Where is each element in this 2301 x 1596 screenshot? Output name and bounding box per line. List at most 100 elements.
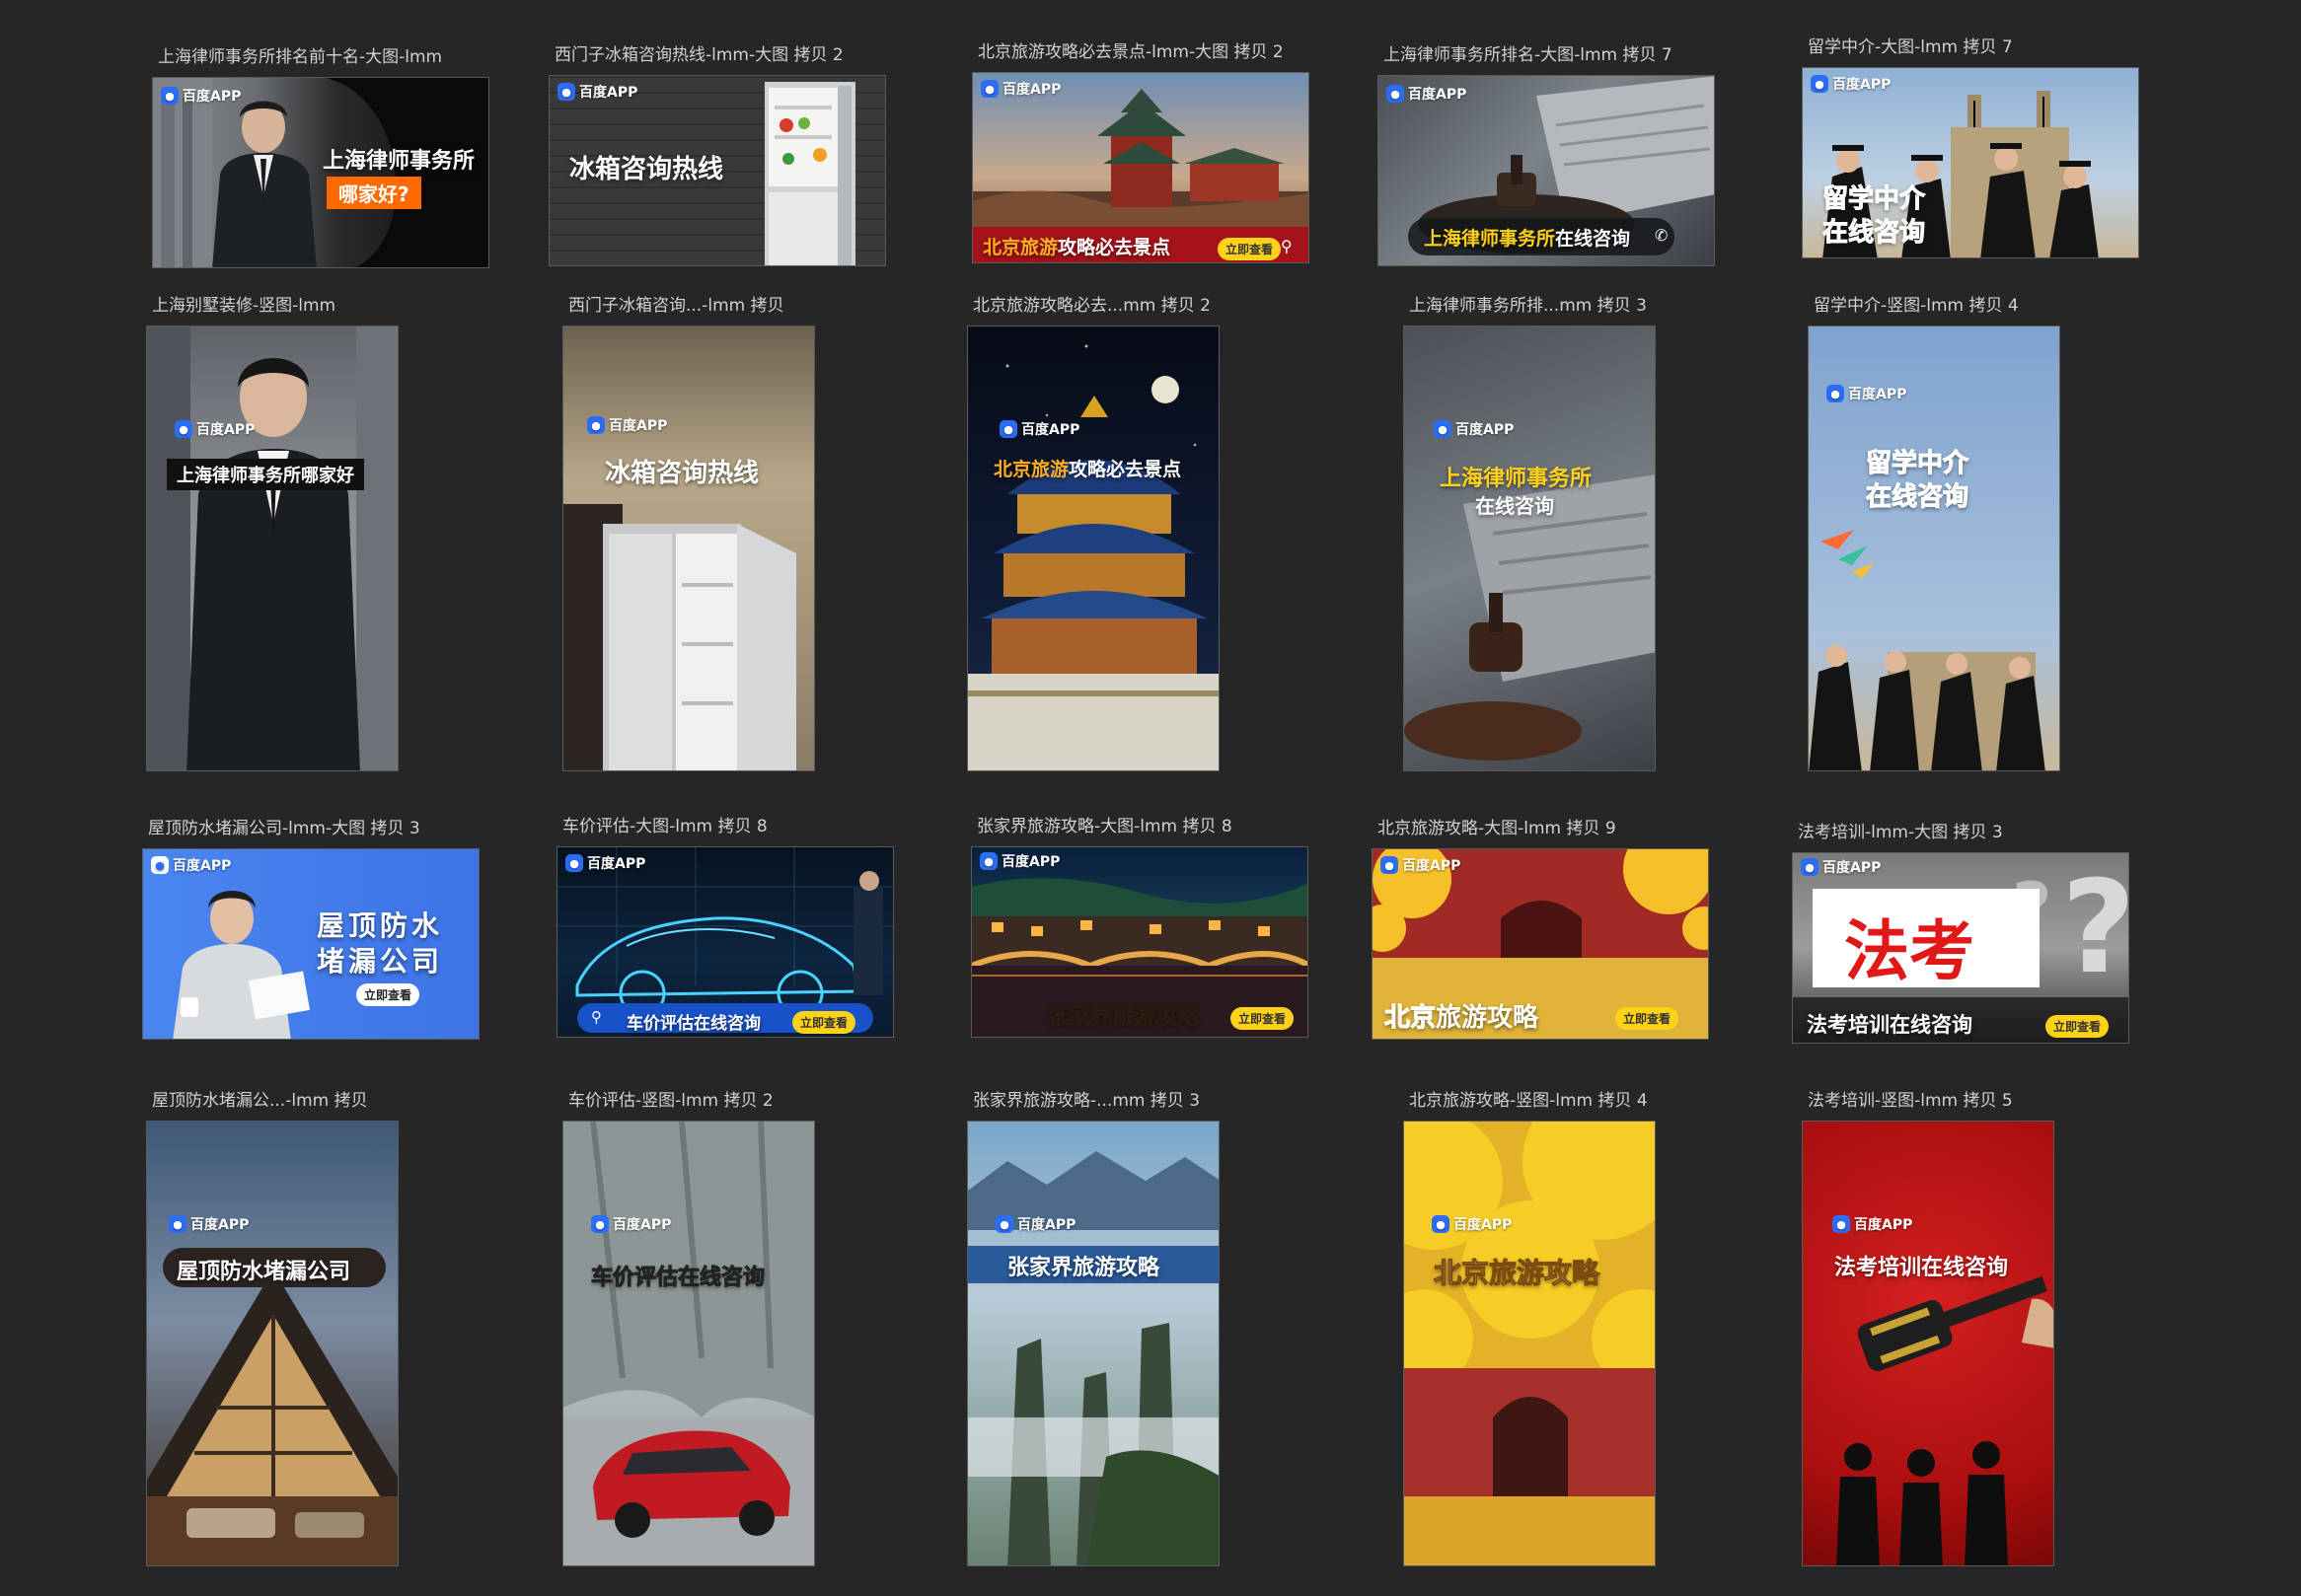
artboard-label[interactable]: 上海律师事务所排名前十名-大图-lmm xyxy=(158,47,442,67)
ad-frame: ● 百度APP 屋顶防水 堵漏公司 立即查看 xyxy=(142,848,480,1040)
artboard-label[interactable]: 西门子冰箱咨询热线-lmm-大图 拷贝 2 xyxy=(555,45,844,65)
logo-text: 百度APP xyxy=(1822,860,1882,876)
baidu-app-logo: ● 百度APP xyxy=(1432,1214,1512,1234)
headline-highlight: 北京旅游 xyxy=(983,237,1059,258)
artboard-label[interactable]: 留学中介-大图-lmm 拷贝 7 xyxy=(1808,37,2013,57)
artboard-label[interactable]: 法考培训-竖图-lmm 拷贝 5 xyxy=(1808,1091,2013,1111)
svg-text:?: ? xyxy=(2061,853,2129,1002)
artboard-label[interactable]: 上海别墅装修-竖图-lmm xyxy=(152,296,335,316)
artboard-lawfirm-wide[interactable]: 上海律师事务所排名前十名-大图-lmm ● 百度APP 上海律师事务所 哪家好? xyxy=(152,47,489,268)
baidu-app-logo: ● 百度APP xyxy=(980,851,1060,871)
artboard-law-exam-wide[interactable]: 法考培训-lmm-大图 拷贝 3 ? ? ● 百度APP 法考 法考培训在线咨询… xyxy=(1792,823,2129,1044)
artboard-beijing-travel-portrait[interactable]: 北京旅游攻略必去...mm 拷贝 2 ● 百度APP 北京旅游攻略必去景点 xyxy=(967,296,1220,771)
artboard-label[interactable]: 车价评估-大图-lmm 拷贝 8 xyxy=(562,817,768,836)
logo-text: 百度APP xyxy=(190,1217,250,1233)
artboard-lawfirm-gavel-portrait[interactable]: 上海律师事务所排...mm 拷贝 3 ● 百度APP 上海律师事务所 在线咨询 xyxy=(1403,296,1656,771)
artboard-fridge-wide[interactable]: 西门子冰箱咨询热线-lmm-大图 拷贝 2 ● 百度APP 冰箱咨询热线 xyxy=(549,45,886,266)
headline-highlight: 北京旅游 xyxy=(994,459,1070,480)
baidu-app-logo: ● 百度APP xyxy=(1000,419,1079,439)
artboard-label[interactable]: 北京旅游攻略必去...mm 拷贝 2 xyxy=(973,296,1211,316)
search-icon[interactable]: ⚲ xyxy=(591,1008,602,1026)
view-now-button[interactable]: 立即查看 xyxy=(356,983,420,1006)
artboard-label[interactable]: 屋顶防水堵漏公司-lmm-大图 拷贝 3 xyxy=(148,819,420,838)
ad-headline: 冰箱咨询热线 xyxy=(605,459,760,488)
artboard-label[interactable]: 留学中介-竖图-lmm 拷贝 4 xyxy=(1814,296,2019,316)
artboard-villa-portrait[interactable]: 上海别墅装修-竖图-lmm ● 百度APP 上海律师事务所哪家好 xyxy=(146,296,399,771)
logo-text: 百度APP xyxy=(579,85,638,101)
ad-frame: ● 百度APP 张家界旅游攻略 xyxy=(967,1121,1220,1566)
view-now-button[interactable]: 立即查看 xyxy=(2045,1015,2110,1038)
logo-text: 百度APP xyxy=(1832,77,1892,93)
artboard-car-valuation-wide[interactable]: 车价评估-大图-lmm 拷贝 8 ● 百度APP ⚲ 车价评估在线咨询 立即查看 xyxy=(557,817,894,1038)
artboard-study-abroad-wide[interactable]: 留学中介-大图-lmm 拷贝 7 ● 百度APP 留学中介 在线咨询 xyxy=(1802,37,2139,258)
artboard-label[interactable]: 张家界旅游攻略-大图-lmm 拷贝 8 xyxy=(977,817,1232,836)
ad-headline: 张家界旅游攻略 xyxy=(1007,1256,1160,1280)
phone-icon[interactable]: ✆ xyxy=(1655,226,1668,245)
baidu-app-logo: ● 百度APP xyxy=(151,855,231,875)
ad-subheadline: 法考培训在线咨询 xyxy=(1807,1013,1972,1037)
artboard-label[interactable]: 法考培训-lmm-大图 拷贝 3 xyxy=(1798,823,2003,842)
artboard-study-abroad-portrait[interactable]: 留学中介-竖图-lmm 拷贝 4 ● 百度APP 留学中介 在线咨询 xyxy=(1808,296,2060,771)
view-now-button[interactable]: 立即查看 xyxy=(1230,1007,1295,1030)
view-now-button[interactable]: 立即查看 xyxy=(1615,1007,1679,1030)
ad-subheadline: 在线咨询 xyxy=(1475,494,1554,518)
ad-frame: ● 百度APP 留学中介 在线咨询 xyxy=(1808,326,2060,771)
artboard-beijing-ginkgo-portrait[interactable]: 北京旅游攻略-竖图-lmm 拷贝 4 ● 百度APP 北京旅游攻略 xyxy=(1403,1091,1656,1566)
view-now-button[interactable]: 立即查看 xyxy=(792,1011,856,1034)
artboard-fridge-portrait[interactable]: 西门子冰箱咨询...-lmm 拷贝 ● 百度APP 冰箱咨询热线 xyxy=(562,296,815,771)
artboard-label[interactable]: 北京旅游攻略必去景点-lmm-大图 拷贝 2 xyxy=(978,42,1284,62)
artboard-label[interactable]: 车价评估-竖图-lmm 拷贝 2 xyxy=(568,1091,774,1111)
logo-text: 百度APP xyxy=(173,858,232,874)
ad-frame: ● 百度APP 冰箱咨询热线 xyxy=(562,326,815,771)
artboard-beijing-wall-wide[interactable]: 北京旅游攻略-大图-lmm 拷贝 9 ● 百度APP 北京旅游攻略 立即查看 xyxy=(1372,819,1709,1040)
temple-of-heaven-image xyxy=(968,344,1219,770)
artboard-label[interactable]: 北京旅游攻略-大图-lmm 拷贝 9 xyxy=(1377,819,1616,838)
view-now-button[interactable]: 立即查看 xyxy=(1218,238,1282,260)
baidu-paw-icon: ● xyxy=(161,87,179,105)
ad-headline: 车价评估在线咨询 xyxy=(590,1266,766,1291)
ad-subheadline: 堵漏公司 xyxy=(317,945,444,978)
baidu-app-logo: ● 百度APP xyxy=(1434,419,1514,439)
logo-text: 百度APP xyxy=(1408,87,1467,103)
logo-text: 百度APP xyxy=(587,856,646,872)
ad-frame: ● 百度APP 北京旅游攻略 立即查看 xyxy=(1372,848,1709,1040)
artboard-label[interactable]: 屋顶防水堵漏公...-lmm 拷贝 xyxy=(152,1091,368,1111)
ad-subheadline: 在线咨询 xyxy=(1821,218,1926,249)
ad-headline: 北京旅游攻略 xyxy=(1433,1257,1600,1290)
baidu-app-logo: ● 百度APP xyxy=(169,1214,249,1234)
search-icon[interactable]: ⚲ xyxy=(1281,237,1293,255)
fridge-image xyxy=(563,504,796,770)
artboard-roof-waterproof-wide[interactable]: 屋顶防水堵漏公司-lmm-大图 拷贝 3 ● 百度APP 屋顶防水 堵漏公司 立… xyxy=(142,819,480,1040)
ad-headline: 车价评估在线咨询 xyxy=(627,1014,761,1034)
ad-headline: 留学中介 xyxy=(1821,184,1926,215)
artboard-zhangjiajie-portrait[interactable]: 张家界旅游攻略-...mm 拷贝 3 ● 百度APP 张家界旅游攻略 xyxy=(967,1091,1220,1566)
logo-text: 百度APP xyxy=(1848,387,1907,402)
headline-rest: 攻略必去景点 xyxy=(1069,459,1182,480)
ad-frame: ● 百度APP 北京旅游攻略必去景点 立即查看 ⚲ xyxy=(972,72,1309,263)
baidu-paw-icon: ● xyxy=(981,80,999,98)
baidu-paw-icon: ● xyxy=(1386,85,1404,103)
artboard-zhangjiajie-wide[interactable]: 张家界旅游攻略-大图-lmm 拷贝 8 ● 百度APP 张家界旅游攻略 立即查看 xyxy=(971,817,1308,1038)
gavel-image xyxy=(1404,474,1655,761)
baidu-paw-icon: ● xyxy=(1432,1215,1449,1233)
artboard-law-exam-portrait[interactable]: 法考培训-竖图-lmm 拷贝 5 ● 百度APP 法考培训在线咨询 xyxy=(1802,1091,2054,1566)
artboard-label[interactable]: 上海律师事务所排名-大图-lmm 拷贝 7 xyxy=(1383,45,1672,65)
artboard-label[interactable]: 北京旅游攻略-竖图-lmm 拷贝 4 xyxy=(1409,1091,1648,1111)
artboard-label[interactable]: 西门子冰箱咨询...-lmm 拷贝 xyxy=(568,296,784,316)
headline-rest: 旅游攻略 xyxy=(1436,1003,1539,1033)
artboard-beijing-travel-wide[interactable]: 北京旅游攻略必去景点-lmm-大图 拷贝 2 ● 百度APP 北京旅游攻略必去景… xyxy=(972,42,1309,263)
artboard-car-valuation-portrait[interactable]: 车价评估-竖图-lmm 拷贝 2 ● 百度APP 车价评估在线咨询 xyxy=(562,1091,815,1566)
artboard-roof-cabin-portrait[interactable]: 屋顶防水堵漏公...-lmm 拷贝 ● 百度APP 屋顶防水堵漏公司 xyxy=(146,1091,399,1566)
ad-frame: ● 百度APP 上海律师事务所哪家好 xyxy=(146,326,399,771)
artboard-lawfirm-gavel-wide[interactable]: 上海律师事务所排名-大图-lmm 拷贝 7 ● 百度APP 上海律师事务所在线咨… xyxy=(1377,45,1715,266)
logo-text: 百度APP xyxy=(183,89,242,105)
baidu-paw-icon: ● xyxy=(1832,1215,1850,1233)
artboard-label[interactable]: 上海律师事务所排...mm 拷贝 3 xyxy=(1409,296,1647,316)
headline-rest: 在线咨询 xyxy=(1555,228,1631,250)
artboard-label[interactable]: 张家界旅游攻略-...mm 拷贝 3 xyxy=(973,1091,1200,1111)
baidu-app-logo: ● 百度APP xyxy=(565,853,645,873)
ad-headline: 屋顶防水堵漏公司 xyxy=(177,1260,351,1284)
ad-headline: 留学中介 xyxy=(1865,449,1969,479)
ad-frame: ● 百度APP ⚲ 车价评估在线咨询 立即查看 xyxy=(557,846,894,1038)
baidu-app-logo: ● 百度APP xyxy=(1380,855,1460,875)
